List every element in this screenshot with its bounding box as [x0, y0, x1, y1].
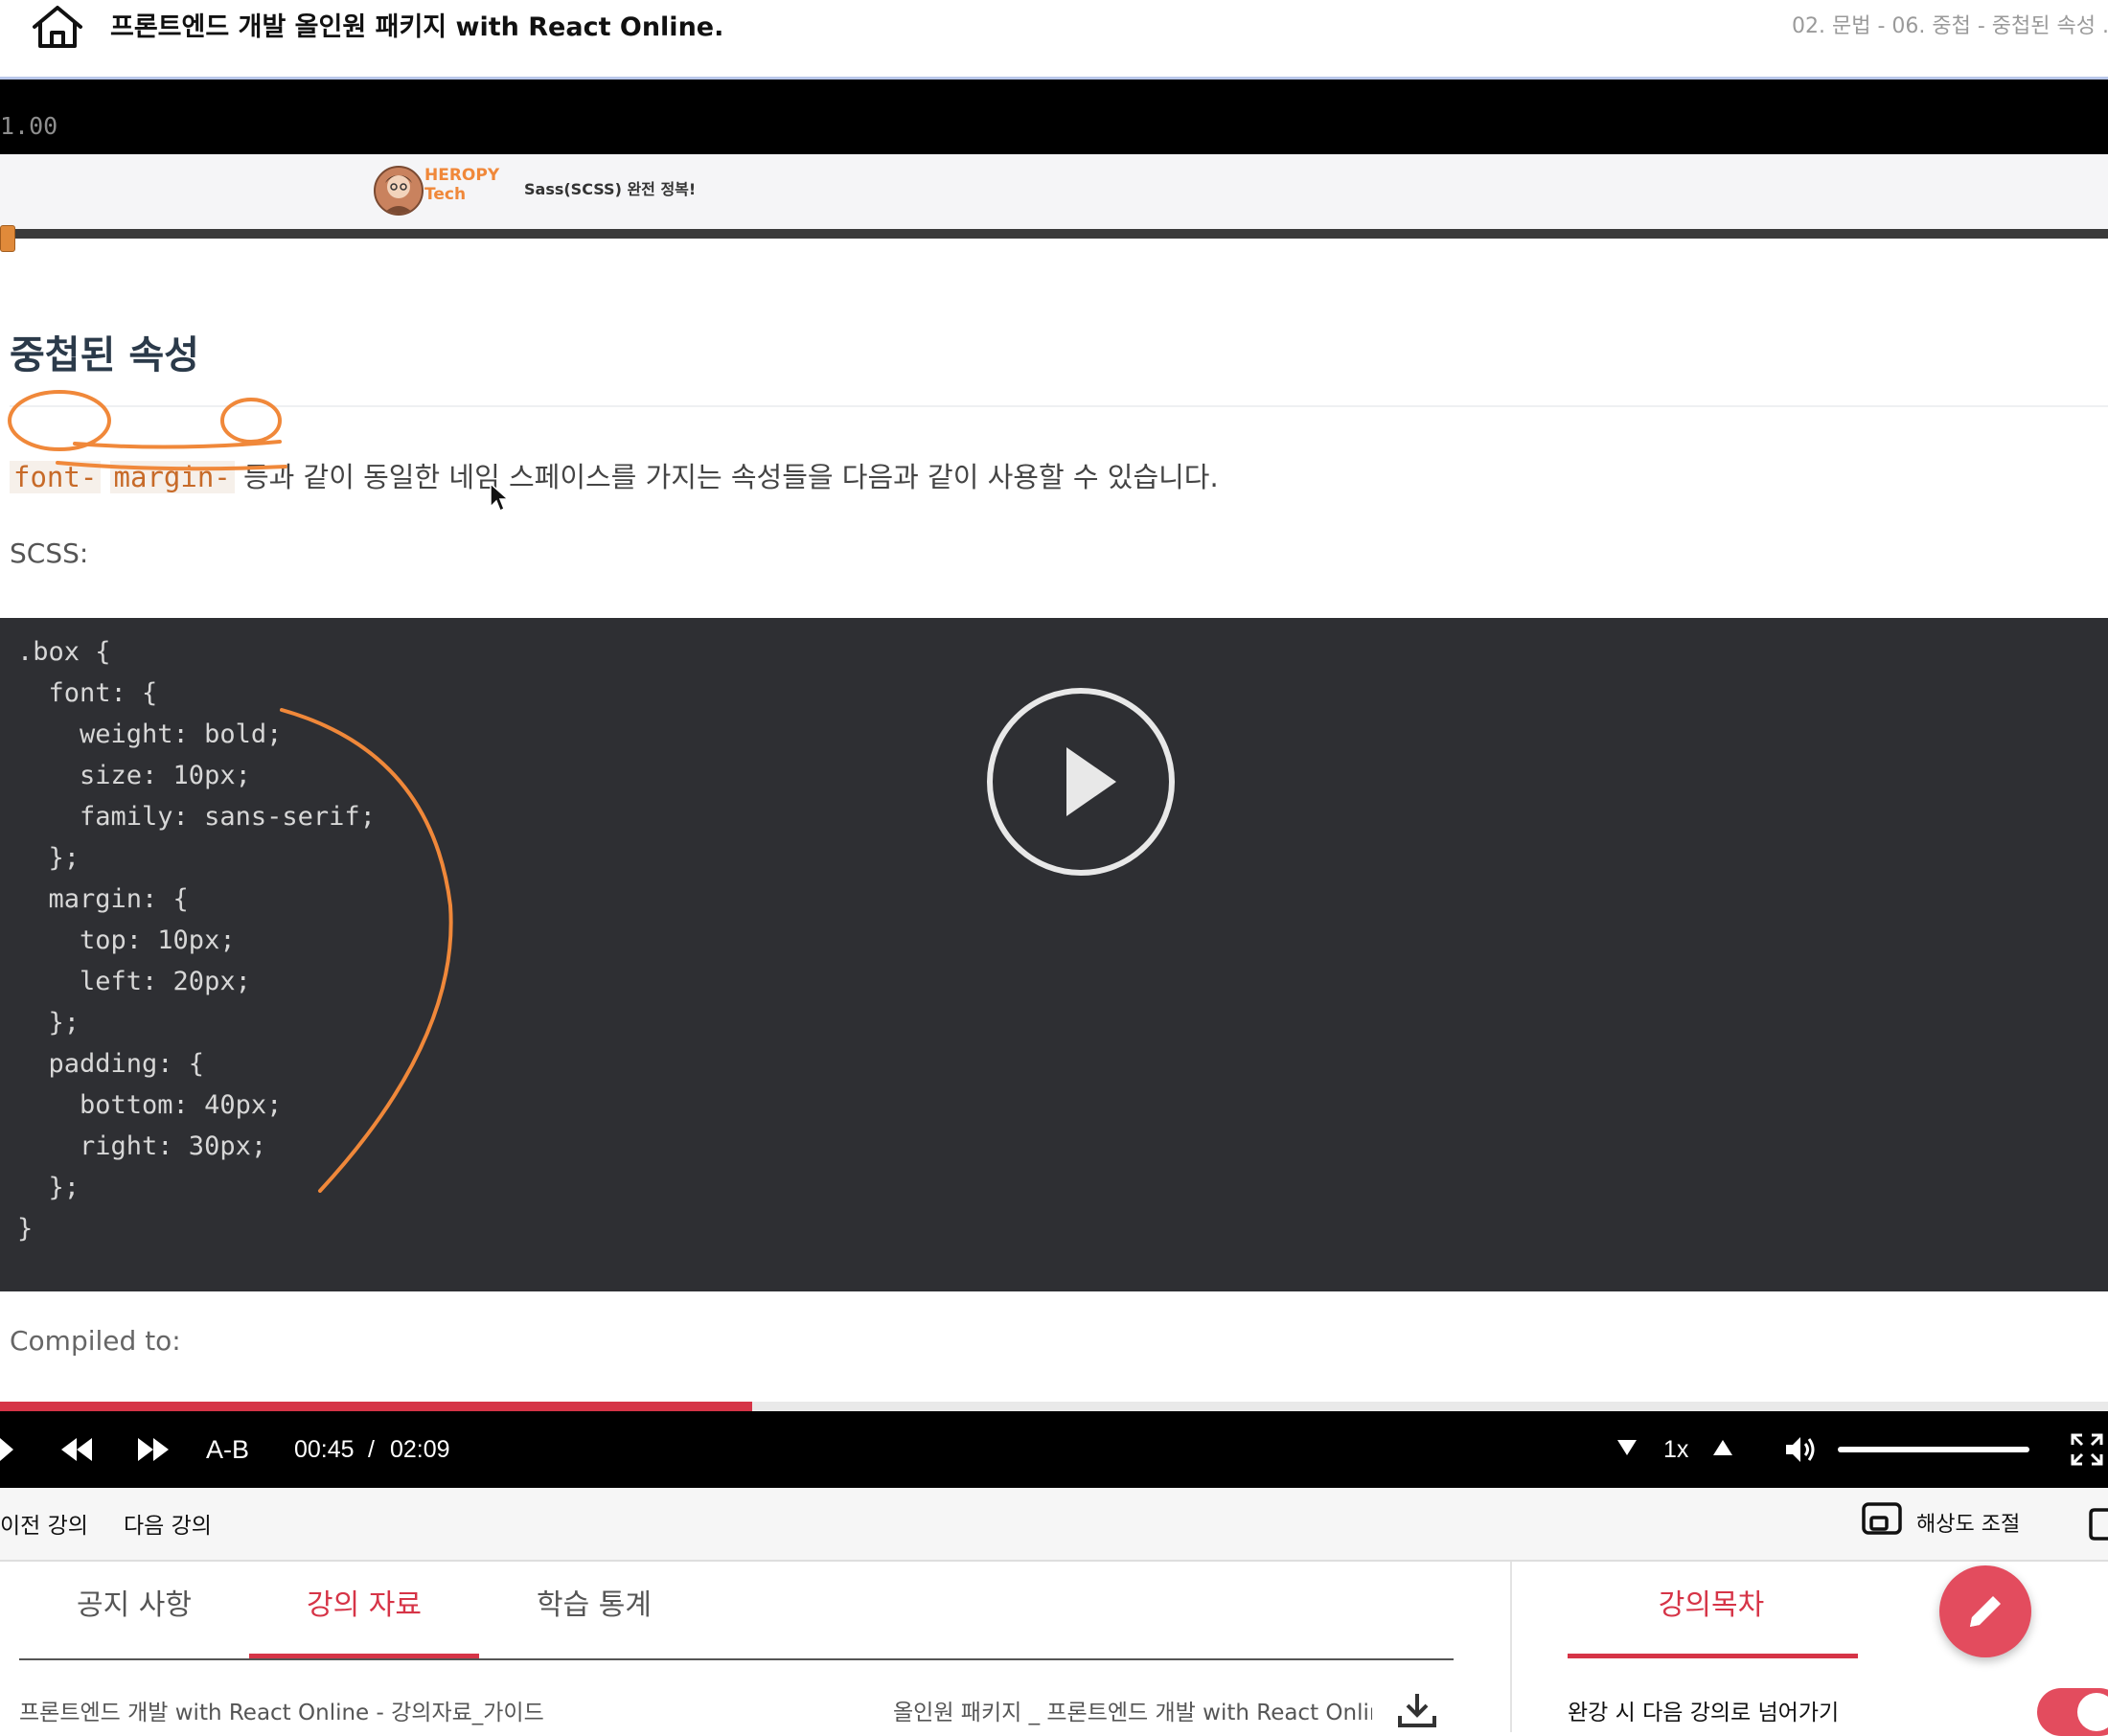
time-separator: /: [368, 1436, 375, 1463]
edit-note-button[interactable]: [1939, 1565, 2031, 1657]
code-line: weight: bold;: [17, 720, 283, 749]
active-tab-indicator: [249, 1654, 479, 1658]
doc-sentence-text: 등과 같이 동일한 네임 스페이스를 가지는 속성들을 다음과 같이 사용할 수…: [234, 461, 1219, 493]
material-file-name[interactable]: 프론트엔드 개발 with React Online - 강의자료_가이드: [19, 1694, 544, 1726]
resolution-label: 해상도 조절: [1916, 1513, 2021, 1537]
slide-subtitle: Sass(SCSS) 완전 정복!: [524, 180, 697, 198]
slide-header: [0, 154, 2108, 229]
ab-repeat-button[interactable]: A-B: [206, 1435, 249, 1465]
play-icon[interactable]: [0, 1436, 17, 1463]
theater-mode-icon[interactable]: [2089, 1507, 2108, 1542]
tab-table-of-contents[interactable]: 강의목차: [1568, 1581, 1855, 1623]
pencil-icon: [1970, 1596, 2001, 1627]
panel-divider: [1510, 1562, 1512, 1732]
brand-avatar: [374, 166, 424, 216]
slide-progress-knob: [0, 225, 15, 252]
scss-label: SCSS:: [10, 537, 89, 569]
code-line: };: [17, 1008, 80, 1038]
course-title: 프론트엔드 개발 올인원 패키지 with React Online.: [110, 12, 724, 42]
code-line: bottom: 40px;: [17, 1090, 283, 1120]
play-circle-icon: [1066, 747, 1116, 816]
resolution-button[interactable]: 해상도 조절: [1862, 1501, 2020, 1543]
tabs-divider: [19, 1658, 1454, 1660]
prev-lecture-button[interactable]: 이전 강의: [0, 1507, 88, 1540]
code-line: left: 20px;: [17, 967, 251, 996]
toggle-knob: [2077, 1693, 2108, 1731]
mouse-cursor-icon: [490, 482, 510, 513]
playback-rate-readout: 1.00: [0, 112, 58, 140]
home-icon: [33, 6, 82, 48]
seek-bar-played: [0, 1402, 753, 1411]
lecture-breadcrumb: 02. 문법 - 06. 중첩 - 중첩된 속성 ...: [1792, 14, 2108, 38]
annotation-bracket: [280, 708, 453, 1193]
video-player[interactable]: 1.00 HEROPY Tech Sass(SCSS) 완전 정복! 중첩된 속…: [0, 80, 2108, 1488]
play-overlay-button[interactable]: [987, 688, 1175, 876]
code-line: padding: {: [17, 1049, 205, 1079]
tab-stats[interactable]: 학습 통계: [517, 1581, 671, 1623]
triangle-up-icon[interactable]: [1711, 1438, 1734, 1457]
tab-notice[interactable]: 공지 사항: [57, 1581, 211, 1623]
picture-in-picture-icon: [1862, 1502, 1902, 1535]
brand-name: HEROPY: [424, 166, 500, 185]
bottom-panel: 공지 사항 강의 자료 학습 통계 프론트엔드 개발 with React On…: [0, 1562, 2108, 1736]
player-controls: A-B 00:45 / 02:09 1x: [0, 1411, 2108, 1488]
fullscreen-icon[interactable]: [2070, 1432, 2104, 1467]
code-line: };: [17, 1173, 80, 1202]
code-line: top: 10px;: [17, 925, 236, 955]
code-line: right: 30px;: [17, 1131, 267, 1161]
speed-label[interactable]: 1x: [1663, 1436, 1688, 1464]
download-icon[interactable]: [1396, 1691, 1438, 1729]
doc-heading: 중첩된 속성: [10, 333, 199, 377]
code-line: .box {: [17, 637, 111, 667]
autoplay-label: 완강 시 다음 강의로 넘어가기: [1568, 1701, 1840, 1725]
fast-forward-icon[interactable]: [136, 1436, 171, 1463]
material-package-name: 올인원 패키지 _ 프론트엔드 개발 with React Onlin⋯: [893, 1701, 1372, 1725]
volume-icon[interactable]: [1784, 1434, 1817, 1465]
volume-slider[interactable]: [1838, 1447, 2029, 1452]
rewind-icon[interactable]: [59, 1436, 94, 1463]
slide-progress-track: [0, 229, 2108, 239]
lecture-nav-bar: 이전 강의 다음 강의 해상도 조절: [0, 1488, 2108, 1562]
annotation-scribble: [8, 390, 287, 471]
autoplay-toggle[interactable]: [2037, 1688, 2108, 1736]
current-time: 00:45: [294, 1436, 355, 1463]
home-button[interactable]: [29, 4, 86, 52]
compiled-label: Compiled to:: [10, 1325, 181, 1357]
top-header: 프론트엔드 개발 올인원 패키지 with React Online. 02. …: [0, 0, 2108, 80]
seek-bar[interactable]: [0, 1402, 2108, 1411]
toc-tab-indicator: [1568, 1654, 1858, 1658]
video-letterbox: [0, 80, 2108, 154]
next-lecture-button[interactable]: 다음 강의: [124, 1507, 212, 1540]
duration: 02:09: [390, 1436, 450, 1463]
code-line: margin: {: [17, 884, 189, 914]
code-line: };: [17, 843, 80, 873]
triangle-down-icon[interactable]: [1615, 1438, 1638, 1457]
code-line: size: 10px;: [17, 761, 251, 790]
code-line: }: [17, 1214, 34, 1244]
tab-materials[interactable]: 강의 자료: [287, 1581, 441, 1623]
code-line: font: {: [17, 678, 158, 708]
brand-name-sub: Tech: [424, 185, 467, 204]
